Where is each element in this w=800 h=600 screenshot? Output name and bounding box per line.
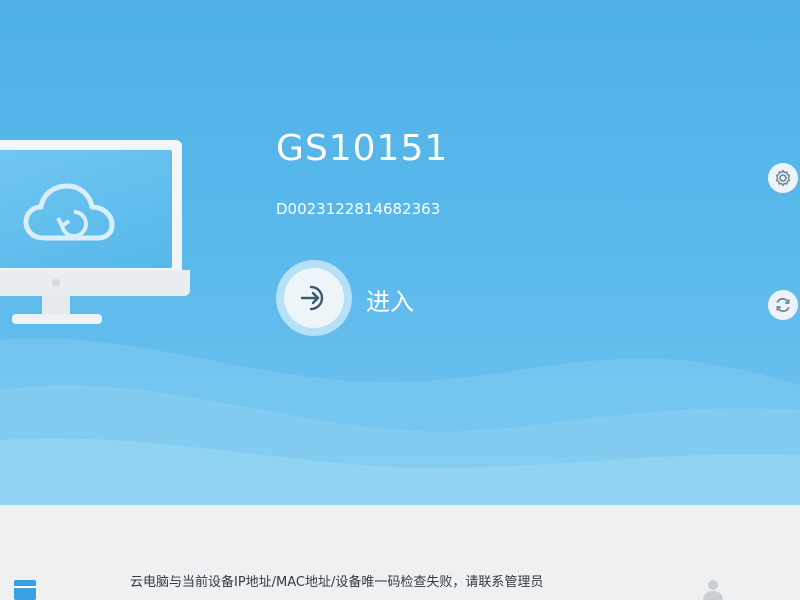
enter-button[interactable]: 进入 xyxy=(276,260,446,336)
monitor-power-dot xyxy=(52,279,60,287)
settings-button-circle[interactable] xyxy=(768,163,798,193)
enter-button-label[interactable]: 进入 xyxy=(366,282,414,317)
monitor-chin xyxy=(0,270,190,296)
cloud-sync-icon xyxy=(23,183,115,241)
bottom-status-bar: 云电脑与当前设备IP地址/MAC地址/设备唯一码检查失败，请联系管理员 xyxy=(0,505,800,600)
login-arrow-icon xyxy=(300,285,324,311)
gear-icon xyxy=(775,169,791,187)
cloud-desktop-screen: GS10151 D0023122814682363 进入 云电脑与当前设备IP地… xyxy=(0,0,800,600)
user-icon[interactable] xyxy=(702,577,724,600)
refresh-button-circle[interactable] xyxy=(768,290,798,320)
device-name: GS10151 xyxy=(276,128,449,169)
refresh-icon xyxy=(776,297,790,313)
status-message: 云电脑与当前设备IP地址/MAC地址/设备唯一码检查失败，请联系管理员 xyxy=(130,575,544,590)
enter-button-circle[interactable] xyxy=(276,260,352,336)
device-id: D0023122814682363 xyxy=(276,200,441,218)
menu-icon[interactable] xyxy=(14,580,36,600)
refresh-button[interactable] xyxy=(768,290,800,332)
monitor-neck xyxy=(42,296,70,316)
monitor-base xyxy=(12,314,102,324)
settings-button[interactable] xyxy=(768,163,800,205)
